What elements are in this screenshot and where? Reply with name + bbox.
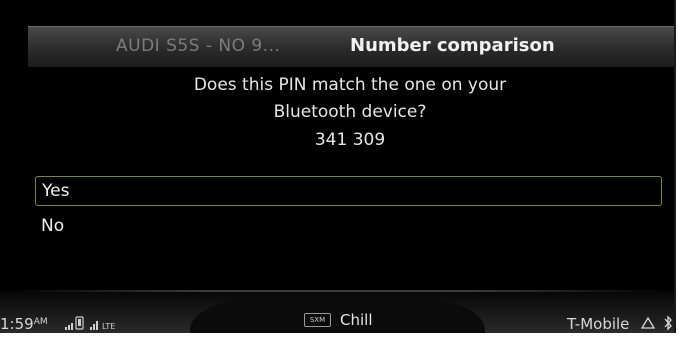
sxm-source-badge: SXM — [304, 313, 331, 327]
phone-status-icons: LTE — [65, 316, 115, 331]
infotainment-screen: AUDI S5S - NO 9... Number comparison Doe… — [0, 0, 676, 333]
network-type-label: LTE — [102, 322, 115, 331]
prompt-line-1: Does this PIN match the one on your — [193, 75, 507, 95]
pin-value: 341 309 — [314, 130, 386, 150]
station-name: Chill — [340, 311, 373, 329]
option-yes-label: Yes — [42, 181, 70, 201]
signal-bars-icon — [65, 323, 73, 330]
option-yes[interactable]: Yes — [35, 176, 662, 206]
page-title: Number comparison — [350, 35, 555, 56]
clock: 1:59AM — [0, 315, 48, 333]
prompt-line-2: Bluetooth device? — [273, 102, 427, 122]
title-bar: AUDI S5S - NO 9... Number comparison — [28, 26, 674, 67]
navigation-triangle-icon — [641, 317, 655, 329]
previous-screen-title[interactable]: AUDI S5S - NO 9... — [116, 36, 280, 56]
carrier-name: T-Mobile — [567, 315, 630, 333]
bluetooth-icon — [664, 315, 672, 331]
clock-ampm: AM — [33, 317, 48, 327]
media-source-area[interactable] — [190, 300, 485, 333]
option-no-label: No — [41, 216, 65, 236]
clock-time: 1:59 — [0, 315, 34, 333]
status-divider — [0, 290, 674, 292]
cellular-signal-icon — [90, 321, 98, 330]
option-no[interactable]: No — [35, 212, 662, 242]
phone-icon — [75, 316, 84, 330]
